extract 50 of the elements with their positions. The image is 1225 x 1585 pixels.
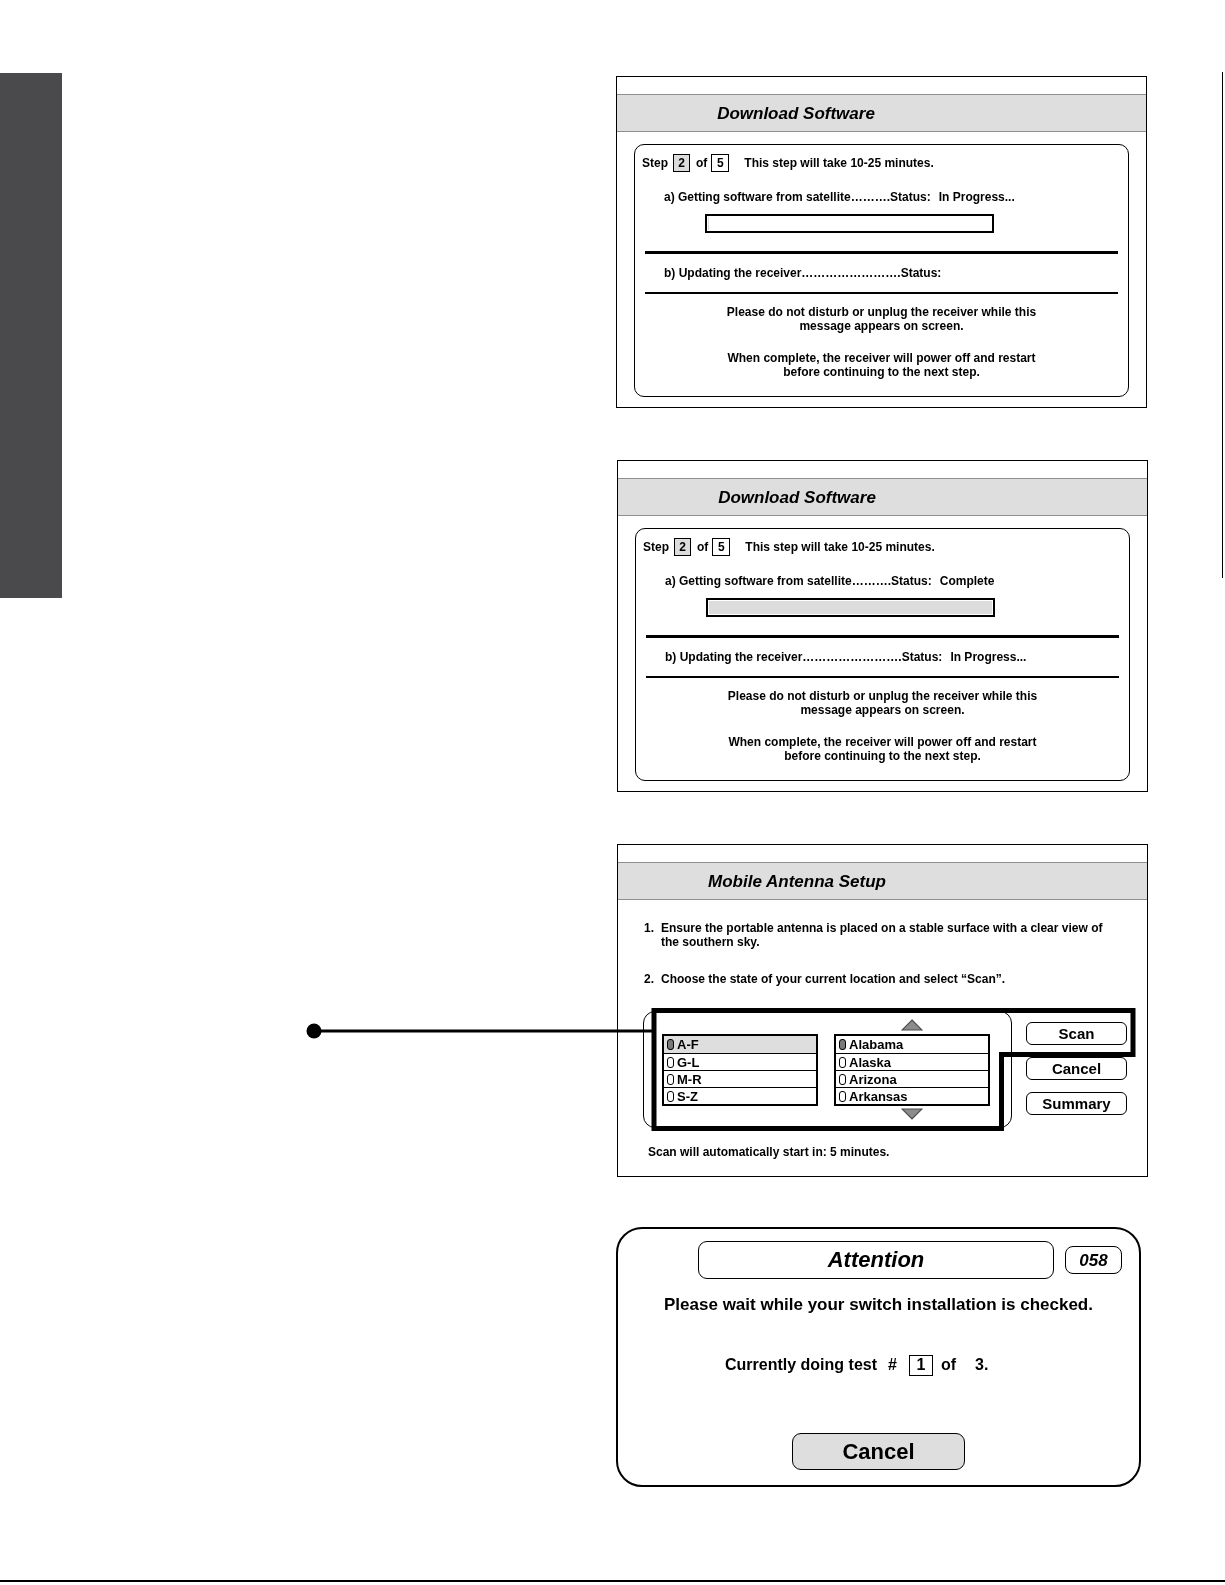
task-label: a) Getting software from satellite……….Status: bbox=[665, 575, 932, 587]
action-button[interactable]: Summary bbox=[1026, 1092, 1127, 1115]
step-label: Step bbox=[643, 541, 669, 553]
list-item[interactable]: S-Z bbox=[664, 1087, 816, 1104]
task-status: In Progress... bbox=[950, 651, 1027, 663]
task-label: a) Getting software from satellite……….Status: bbox=[664, 191, 931, 203]
step-number: 1. bbox=[644, 921, 655, 937]
instruction-text: Choose the state of your current location and select “Scan”. bbox=[661, 972, 1006, 986]
auto-scan-notice: Scan will automatically start in: 5 minutes. bbox=[648, 1145, 891, 1159]
step-of-label: of bbox=[696, 157, 708, 169]
screen-title: Download Software bbox=[718, 488, 876, 506]
list-item[interactable]: Arkansas bbox=[836, 1087, 988, 1104]
total-steps-box: 5 bbox=[711, 154, 730, 172]
total-steps-box: 5 bbox=[712, 538, 731, 556]
screen-title: Mobile Antenna Setup bbox=[708, 872, 886, 890]
task-label: b) Updating the receiver…………………….Status: bbox=[665, 651, 943, 663]
current-step-box: 2 bbox=[673, 154, 690, 172]
step-of-label: of bbox=[697, 541, 709, 553]
task-status: In Progress... bbox=[938, 191, 1015, 203]
action-button[interactable]: Cancel bbox=[1026, 1057, 1127, 1080]
task-label: b) Updating the receiver…………………….Status: bbox=[664, 267, 942, 279]
list-item[interactable]: Alaska bbox=[836, 1053, 988, 1070]
task-status: Complete bbox=[939, 575, 995, 587]
test-of-label: of bbox=[940, 1357, 957, 1373]
wait-message: Please wait while your switch installation is checked. bbox=[663, 1295, 1094, 1315]
code-badge: 058 bbox=[1065, 1246, 1122, 1274]
list-item[interactable]: Arizona bbox=[836, 1070, 988, 1087]
step-number: 2. bbox=[644, 972, 655, 986]
step-label: Step bbox=[642, 157, 668, 169]
warning-message: When complete, the receiver will power off and restart before continuing to the next step. bbox=[726, 351, 1037, 379]
dialog-title: Attention bbox=[827, 1249, 925, 1271]
instruction-text: Ensure the portable antenna is placed on a stable surface with a clear view of the southern sky. bbox=[661, 921, 1104, 949]
current-step-box: 2 bbox=[674, 538, 691, 556]
up-triangle-icon bbox=[901, 1019, 923, 1031]
step-duration-text: This step will take 10-25 minutes. bbox=[745, 541, 935, 553]
list-item[interactable]: M-R bbox=[664, 1070, 816, 1087]
test-label: Currently doing test bbox=[725, 1357, 877, 1373]
warning-message: Please do not disturb or unplug the receiver while this message appears on screen. bbox=[725, 305, 1038, 333]
warning-message: Please do not disturb or unplug the receiver while this message appears on screen. bbox=[726, 689, 1039, 717]
list-item[interactable]: A-F bbox=[664, 1036, 816, 1053]
down-triangle-icon bbox=[901, 1108, 923, 1120]
hash-sign: # bbox=[888, 1357, 897, 1373]
warning-message: When complete, the receiver will power off and restart before continuing to the next step. bbox=[727, 735, 1038, 763]
action-button[interactable]: Scan bbox=[1026, 1022, 1127, 1045]
step-duration-text: This step will take 10-25 minutes. bbox=[744, 157, 934, 169]
total-tests: 3. bbox=[975, 1357, 989, 1373]
list-item[interactable]: G-L bbox=[664, 1053, 816, 1070]
current-test-box: 1 bbox=[908, 1354, 933, 1376]
cancel-button[interactable]: Cancel bbox=[792, 1433, 965, 1470]
screen-title: Download Software bbox=[717, 104, 875, 122]
